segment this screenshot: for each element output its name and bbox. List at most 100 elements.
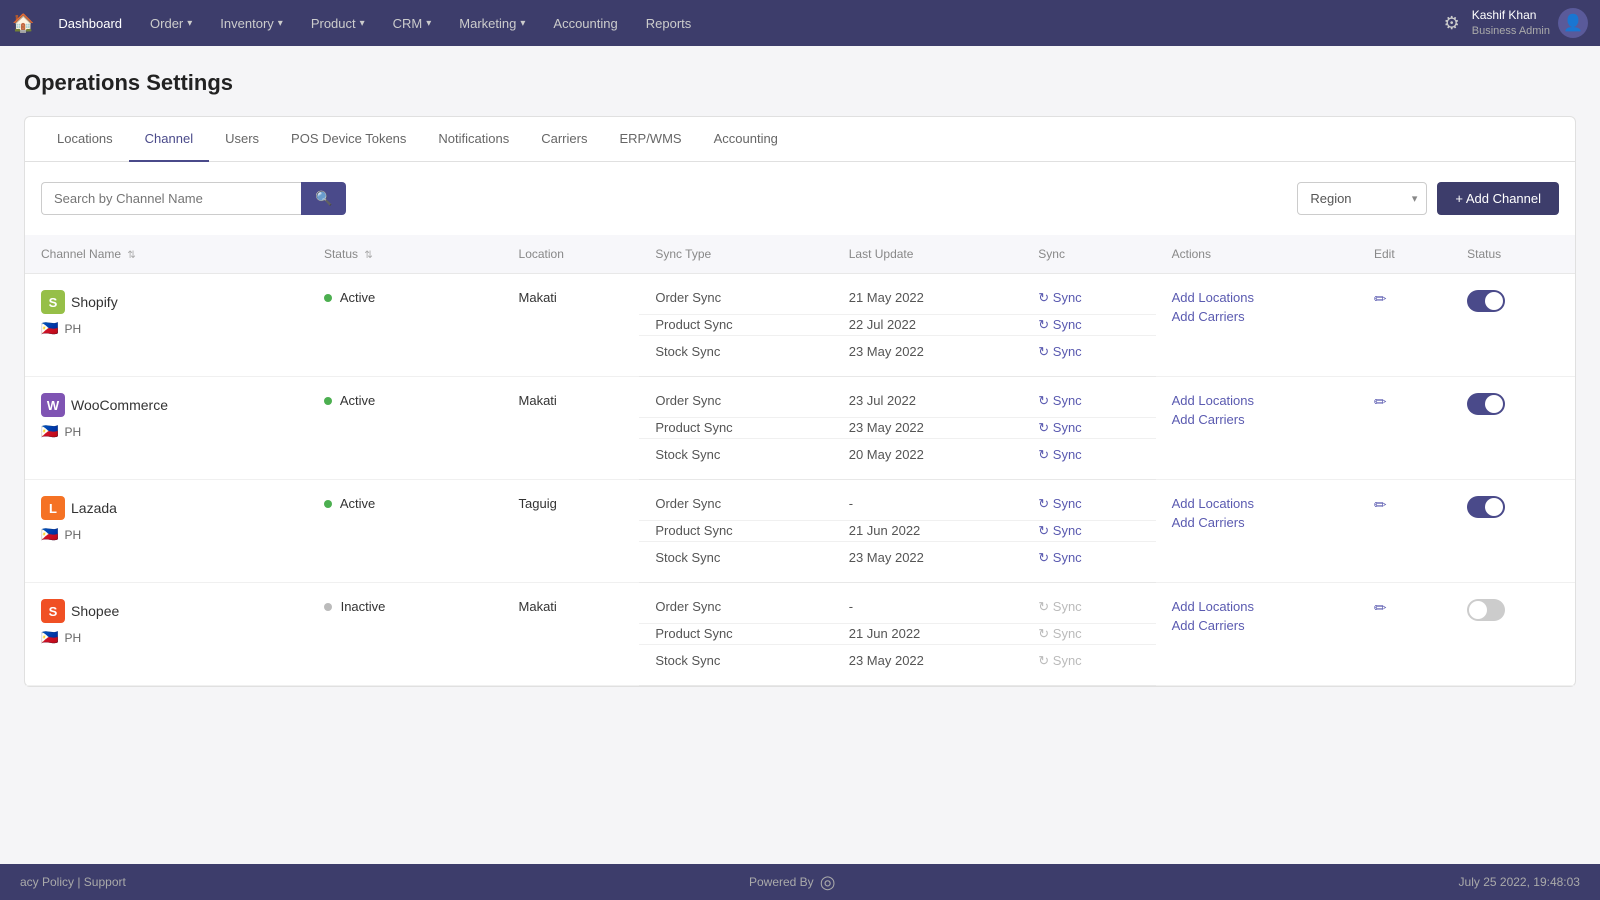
sync-button[interactable]: ↻ Sync [1038, 420, 1139, 436]
footer-center: Powered By ◎ [749, 872, 835, 893]
add-channel-button[interactable]: + Add Channel [1437, 182, 1559, 215]
sync-button[interactable]: ↻ Sync [1038, 290, 1139, 306]
last-update-cell: 20 May 2022 [833, 439, 1023, 480]
sync-cell[interactable]: ↻ Sync [1022, 439, 1155, 480]
sync-button[interactable]: ↻ Sync [1038, 317, 1139, 333]
flag-icon: 🇵🇭 [41, 320, 58, 337]
tab-erp-wms[interactable]: ERP/WMS [603, 117, 697, 162]
user-name: Kashif Khan [1472, 8, 1550, 24]
sync-button[interactable]: ↻ Sync [1038, 550, 1139, 566]
status-toggle[interactable] [1467, 393, 1505, 415]
channel-name-cell: W WooCommerce 🇵🇭 PH [25, 377, 308, 480]
search-button[interactable]: 🔍 [301, 182, 346, 215]
search-icon: 🔍 [315, 190, 332, 207]
channel-country: PH [64, 631, 81, 645]
status-dot [324, 397, 332, 405]
footer-left: acy Policy | Support [20, 875, 126, 889]
toggle-cell [1451, 274, 1575, 377]
sync-button[interactable]: ↻ Sync [1038, 447, 1139, 463]
avatar[interactable]: 👤 [1558, 8, 1588, 38]
channel-icon: W [41, 393, 65, 417]
home-icon[interactable]: 🏠 [12, 13, 34, 34]
last-update-cell: - [833, 583, 1023, 624]
toggle-cell [1451, 583, 1575, 686]
nav-inventory[interactable]: Inventory ▾ [208, 0, 295, 46]
sync-button[interactable]: ↻ Sync [1038, 496, 1139, 512]
edit-icon[interactable]: ✏ [1374, 394, 1387, 411]
toggle-cell [1451, 480, 1575, 583]
sync-type-cell: Stock Sync [639, 542, 832, 583]
last-update-cell: 23 May 2022 [833, 336, 1023, 377]
add-carriers-link[interactable]: Add Carriers [1172, 515, 1342, 530]
tab-carriers[interactable]: Carriers [525, 117, 603, 162]
status-toggle[interactable] [1467, 496, 1505, 518]
sync-cell[interactable]: ↻ Sync [1022, 336, 1155, 377]
location-cell: Makati [503, 583, 640, 686]
add-locations-link[interactable]: Add Locations [1172, 496, 1342, 511]
status-cell: Inactive [308, 583, 503, 686]
tab-accounting[interactable]: Accounting [698, 117, 794, 162]
region-select[interactable]: Region [1297, 182, 1427, 215]
nav-order[interactable]: Order ▾ [138, 0, 204, 46]
nav-product[interactable]: Product ▾ [299, 0, 377, 46]
flag-icon: 🇵🇭 [41, 629, 58, 646]
tab-users[interactable]: Users [209, 117, 275, 162]
tab-channel[interactable]: Channel [129, 117, 209, 162]
flag-icon: 🇵🇭 [41, 526, 58, 543]
sync-cell[interactable]: ↻ Sync [1022, 480, 1155, 521]
last-update-cell: 21 Jun 2022 [833, 521, 1023, 542]
last-update-cell: 23 Jul 2022 [833, 377, 1023, 418]
tab-pos-device-tokens[interactable]: POS Device Tokens [275, 117, 422, 162]
add-locations-link[interactable]: Add Locations [1172, 290, 1342, 305]
edit-icon[interactable]: ✏ [1374, 600, 1387, 617]
sync-button[interactable]: ↻ Sync [1038, 523, 1139, 539]
sync-button: ↻ Sync [1038, 653, 1139, 669]
sync-cell[interactable]: ↻ Sync [1022, 542, 1155, 583]
search-input[interactable] [41, 182, 301, 215]
nav-accounting[interactable]: Accounting [541, 0, 629, 46]
sync-cell: ↻ Sync [1022, 624, 1155, 645]
status-label: Active [340, 496, 375, 511]
add-carriers-link[interactable]: Add Carriers [1172, 618, 1342, 633]
edit-icon[interactable]: ✏ [1374, 291, 1387, 308]
nav-reports[interactable]: Reports [634, 0, 704, 46]
sync-cell[interactable]: ↻ Sync [1022, 274, 1155, 315]
add-locations-link[interactable]: Add Locations [1172, 393, 1342, 408]
location-cell: Taguig [503, 480, 640, 583]
sync-cell[interactable]: ↻ Sync [1022, 418, 1155, 439]
col-edit: Edit [1358, 235, 1451, 274]
edit-icon[interactable]: ✏ [1374, 497, 1387, 514]
sync-cell[interactable]: ↻ Sync [1022, 377, 1155, 418]
channel-name: Shopify [71, 294, 118, 310]
sync-button[interactable]: ↻ Sync [1038, 393, 1139, 409]
col-toggle-status: Status [1451, 235, 1575, 274]
status-cell: Active [308, 480, 503, 583]
tab-locations[interactable]: Locations [41, 117, 129, 162]
table-row: S Shopee 🇵🇭 PH Inactive Makati Order Syn… [25, 583, 1575, 624]
actions-cell: Add Locations Add Carriers [1156, 274, 1358, 377]
actions-cell: Add Locations Add Carriers [1156, 480, 1358, 583]
nav-crm[interactable]: CRM ▾ [381, 0, 444, 46]
brand-logo: ◎ [820, 872, 836, 893]
page-title: Operations Settings [24, 70, 1576, 96]
tab-notifications[interactable]: Notifications [422, 117, 525, 162]
table-row: S Shopify 🇵🇭 PH Active Makati Order Sync… [25, 274, 1575, 315]
nav-dashboard[interactable]: Dashboard [46, 0, 134, 46]
add-carriers-link[interactable]: Add Carriers [1172, 412, 1342, 427]
toggle-knob [1469, 601, 1487, 619]
sync-cell[interactable]: ↻ Sync [1022, 521, 1155, 542]
col-last-update: Last Update [833, 235, 1023, 274]
sync-button[interactable]: ↻ Sync [1038, 344, 1139, 360]
last-update-cell: 23 May 2022 [833, 418, 1023, 439]
add-carriers-link[interactable]: Add Carriers [1172, 309, 1342, 324]
status-toggle[interactable] [1467, 290, 1505, 312]
sync-type-cell: Product Sync [639, 521, 832, 542]
table-row: L Lazada 🇵🇭 PH Active Taguig Order Sync … [25, 480, 1575, 521]
sync-cell[interactable]: ↻ Sync [1022, 315, 1155, 336]
settings-icon[interactable]: ⚙ [1444, 13, 1460, 34]
add-locations-link[interactable]: Add Locations [1172, 599, 1342, 614]
nav-marketing[interactable]: Marketing ▾ [447, 0, 537, 46]
channel-name-cell: S Shopify 🇵🇭 PH [25, 274, 308, 377]
status-cell: Active [308, 377, 503, 480]
status-toggle[interactable] [1467, 599, 1505, 621]
